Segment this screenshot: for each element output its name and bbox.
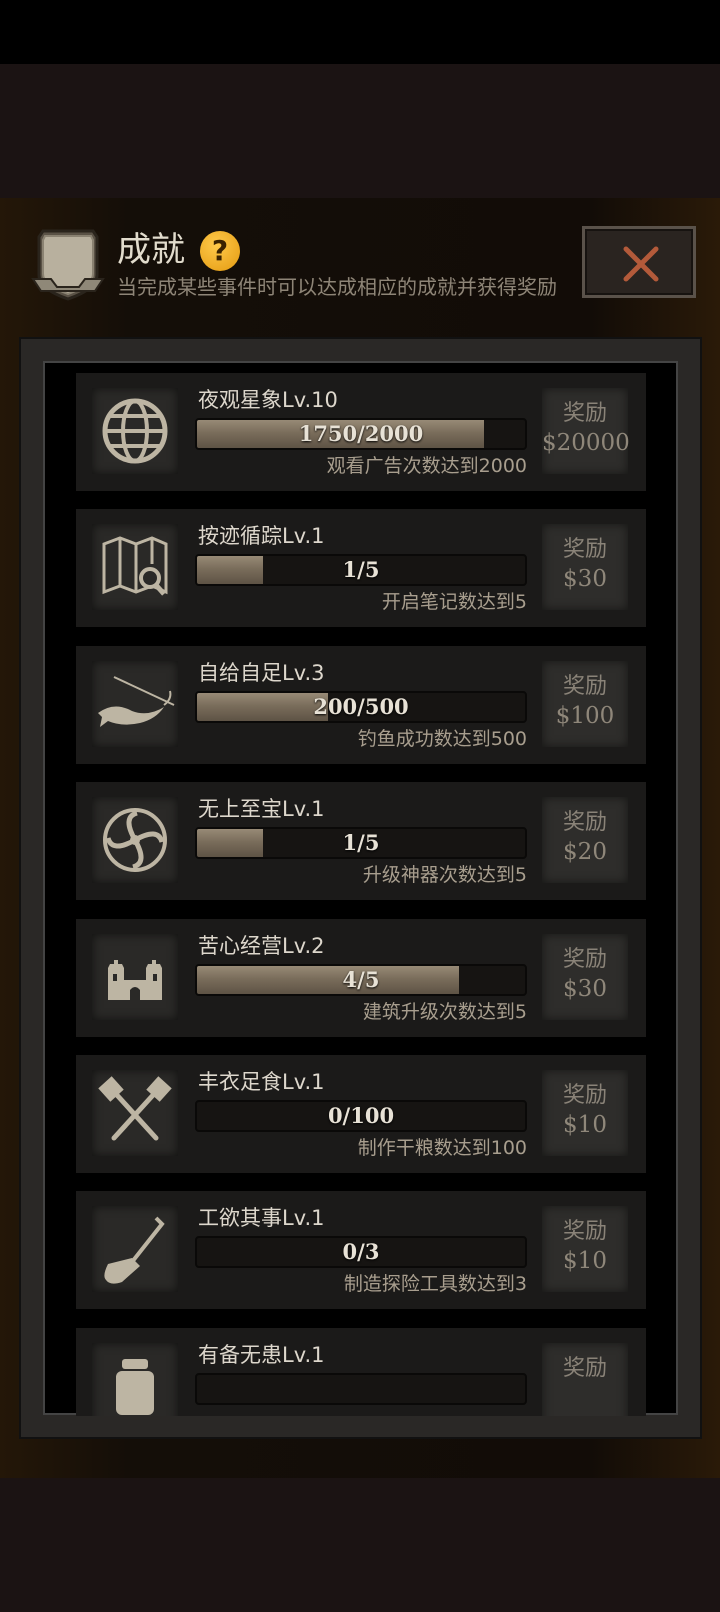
achievement-description: 钓鱼成功数达到500 <box>357 728 527 750</box>
reward-value: $100 <box>555 703 615 729</box>
achievement-description: 开启笔记数达到5 <box>381 591 527 613</box>
close-button[interactable] <box>582 226 696 298</box>
achievement-card: 丰衣足食Lv.1 0/100 制作干粮数达到100 奖励 $10 <box>76 1055 646 1173</box>
achievement-title: 夜观星象Lv.10 <box>198 388 338 412</box>
achievement-card: 苦心经营Lv.2 4/5 建筑升级次数达到5 奖励 $30 <box>76 919 646 1037</box>
achievement-title: 按迹循踪Lv.1 <box>198 524 325 548</box>
achievement-description: 制造探险工具数达到3 <box>343 1273 527 1295</box>
achievement-list[interactable]: 夜观星象Lv.10 1750/2000 观看广告次数达到2000 奖励 $200… <box>45 361 675 1416</box>
achievement-title: 无上至宝Lv.1 <box>198 797 325 821</box>
achievement-card: 有备无患Lv.1 奖励 <box>76 1328 646 1416</box>
shield-badge-icon <box>31 225 105 303</box>
achievement-title: 自给自足Lv.3 <box>198 661 325 685</box>
reward-label: 奖励 <box>562 1219 607 1244</box>
reward-value: $20 <box>563 839 607 865</box>
progress-bar: 1/5 <box>195 827 527 859</box>
castle-icon <box>92 934 178 1020</box>
achievement-description: 升级神器次数达到5 <box>362 864 527 886</box>
jar-icon <box>92 1343 178 1416</box>
reward-button[interactable]: 奖励 $30 <box>542 934 628 1020</box>
reward-value: $30 <box>563 566 607 592</box>
progress-text: 1750/2000 <box>298 421 424 446</box>
reward-button[interactable]: 奖励 $20000 <box>542 388 630 474</box>
reward-button[interactable]: 奖励 $10 <box>542 1070 628 1156</box>
close-x-icon <box>623 246 659 282</box>
achievement-title: 有备无患Lv.1 <box>198 1343 325 1367</box>
reward-button[interactable]: 奖励 $100 <box>542 661 628 747</box>
achievement-description: 建筑升级次数达到5 <box>362 1001 527 1023</box>
achievement-title: 工欲其事Lv.1 <box>198 1206 325 1230</box>
achievement-card: 夜观星象Lv.10 1750/2000 观看广告次数达到2000 奖励 $200… <box>76 373 646 491</box>
achievement-card: 无上至宝Lv.1 1/5 升级神器次数达到5 奖励 $20 <box>76 782 646 900</box>
reward-value: $10 <box>563 1248 607 1274</box>
top-dim-overlay <box>0 64 720 198</box>
status-bar <box>0 0 720 64</box>
reward-button[interactable]: 奖励 $10 <box>542 1206 628 1292</box>
progress-text: 0/100 <box>327 1103 395 1128</box>
reward-value: $10 <box>563 1112 607 1138</box>
progress-bar: 0/100 <box>195 1100 527 1132</box>
reward-button[interactable]: 奖励 $30 <box>542 524 628 610</box>
achievement-title: 丰衣足食Lv.1 <box>198 1070 325 1094</box>
progress-text: 1/5 <box>342 830 380 855</box>
reward-button[interactable]: 奖励 $20 <box>542 797 628 883</box>
achievement-description: 制作干粮数达到100 <box>357 1137 527 1159</box>
globe-icon <box>92 388 178 474</box>
progress-text: 4/5 <box>342 967 380 992</box>
crossed-spatulas-icon <box>92 1070 178 1156</box>
progress-text: 200/500 <box>313 694 409 719</box>
progress-text: 1/5 <box>342 557 380 582</box>
reward-value: $20000 <box>542 430 630 456</box>
achievement-title: 苦心经营Lv.2 <box>198 934 325 958</box>
progress-bar: 1750/2000 <box>195 418 527 450</box>
bottom-dim-overlay <box>0 1478 720 1612</box>
reward-label: 奖励 <box>562 947 607 972</box>
reward-label: 奖励 <box>562 674 607 699</box>
progress-bar <box>195 1373 527 1405</box>
achievement-card: 自给自足Lv.3 200/500 钓鱼成功数达到500 奖励 $100 <box>76 646 646 764</box>
page-title: 成就 <box>117 230 185 270</box>
reward-label: 奖励 <box>562 1356 607 1381</box>
shovel-icon <box>92 1206 178 1292</box>
progress-bar: 200/500 <box>195 691 527 723</box>
reward-label: 奖励 <box>562 537 607 562</box>
progress-text <box>197 1375 525 1403</box>
ornament-icon <box>92 797 178 883</box>
fishing-icon <box>92 661 178 747</box>
page-subtitle: 当完成某些事件时可以达成相应的成就并获得奖励 <box>117 275 557 299</box>
progress-text: 0/3 <box>342 1239 380 1264</box>
reward-label: 奖励 <box>562 810 607 835</box>
achievement-card: 按迹循踪Lv.1 1/5 开启笔记数达到5 奖励 $30 <box>76 509 646 627</box>
reward-button[interactable]: 奖励 <box>542 1343 628 1416</box>
achievement-description: 观看广告次数达到2000 <box>326 455 527 477</box>
progress-bar: 0/3 <box>195 1236 527 1268</box>
reward-label: 奖励 <box>562 1083 607 1108</box>
help-icon[interactable]: ? <box>200 231 240 271</box>
map-search-icon <box>92 524 178 610</box>
progress-bar: 4/5 <box>195 964 527 996</box>
reward-value: $30 <box>563 976 607 1002</box>
reward-label: 奖励 <box>562 401 607 426</box>
achievement-card: 工欲其事Lv.1 0/3 制造探险工具数达到3 奖励 $10 <box>76 1191 646 1309</box>
progress-bar: 1/5 <box>195 554 527 586</box>
